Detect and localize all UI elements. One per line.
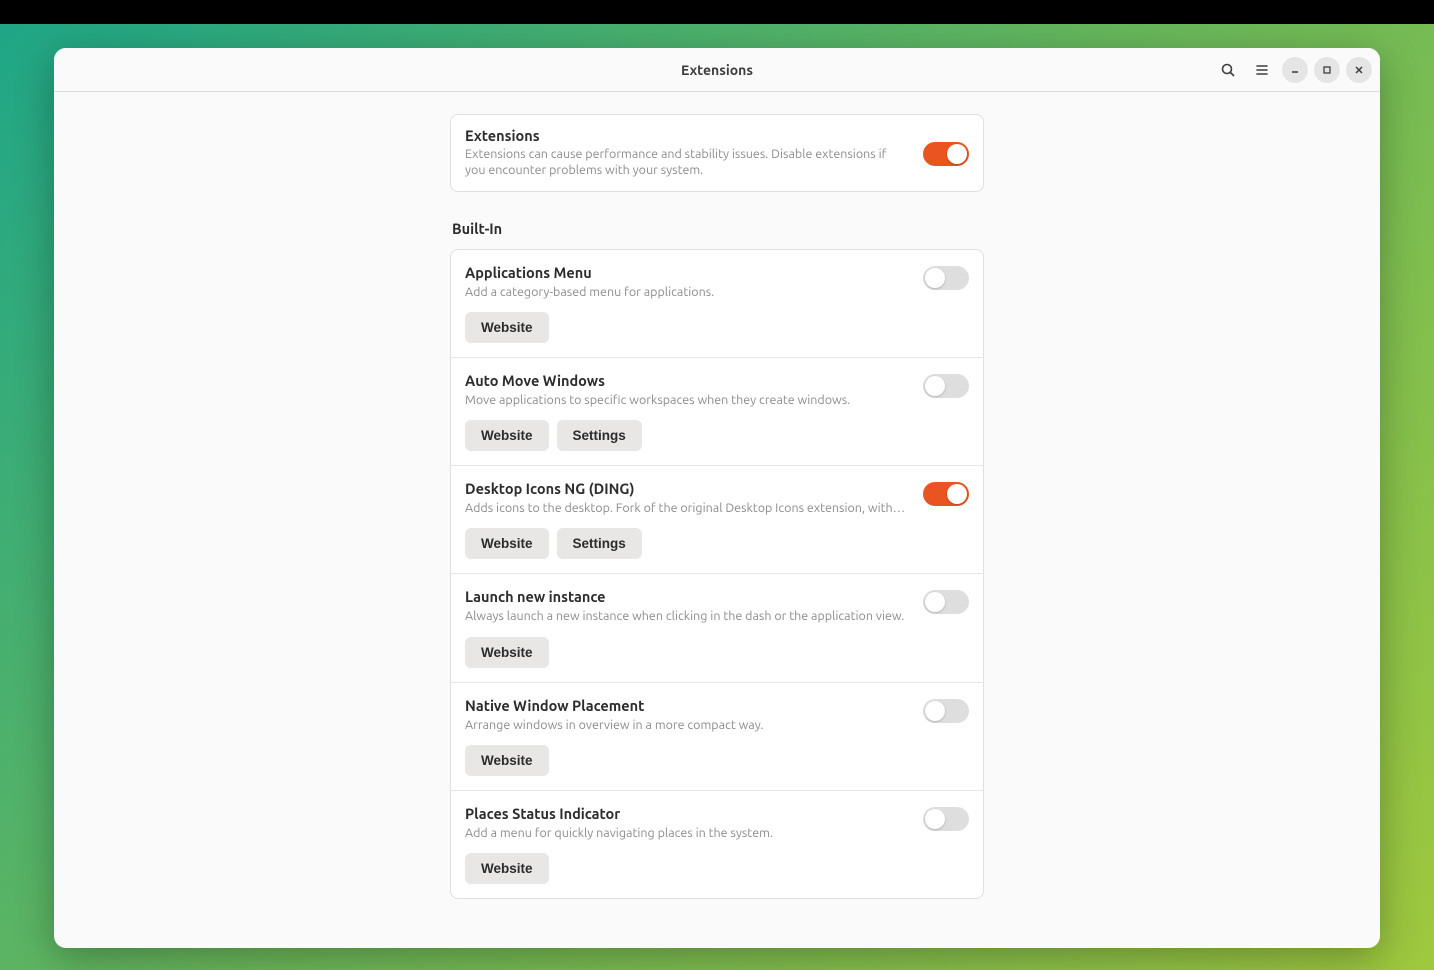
website-button[interactable]: Website — [465, 312, 549, 343]
toggle-knob — [925, 376, 945, 396]
minimize-button[interactable] — [1282, 57, 1308, 83]
hamburger-icon — [1255, 63, 1269, 77]
extension-description: Adds icons to the desktop. Fork of the o… — [465, 500, 907, 516]
website-button[interactable]: Website — [465, 853, 549, 884]
extension-row-top: Applications Menu Add a category-based me… — [465, 264, 969, 300]
extension-description: Always launch a new instance when clicki… — [465, 608, 907, 624]
extension-item: Applications Menu Add a category-based me… — [451, 250, 983, 358]
maximize-button[interactable] — [1314, 57, 1340, 83]
toggle-knob — [947, 484, 967, 504]
builtin-extensions-list: Applications Menu Add a category-based me… — [450, 249, 984, 900]
search-icon — [1220, 62, 1236, 78]
menu-button[interactable] — [1248, 56, 1276, 84]
extension-description: Arrange windows in overview in a more co… — [465, 717, 907, 733]
extension-row-top: Native Window Placement Arrange windows i… — [465, 697, 969, 733]
extension-toggle[interactable] — [923, 482, 969, 506]
content-inner: Extensions Extensions can cause performa… — [450, 114, 984, 948]
extension-info: Native Window Placement Arrange windows i… — [465, 697, 907, 733]
toggle-knob — [925, 701, 945, 721]
extension-item: Auto Move Windows Move applications to sp… — [451, 358, 983, 466]
extension-item: Native Window Placement Arrange windows i… — [451, 683, 983, 791]
extension-row-top: Launch new instance Always launch a new i… — [465, 588, 969, 624]
website-button[interactable]: Website — [465, 745, 549, 776]
desktop-background: Extensions — [0, 24, 1434, 970]
extension-toggle[interactable] — [923, 374, 969, 398]
extension-name: Launch new instance — [465, 588, 907, 605]
extension-row-top: Places Status Indicator Add a menu for qu… — [465, 805, 969, 841]
extension-info: Desktop Icons NG (DING) Adds icons to the… — [465, 480, 907, 516]
settings-button[interactable]: Settings — [557, 420, 642, 451]
website-button[interactable]: Website — [465, 637, 549, 668]
close-button[interactable] — [1346, 57, 1372, 83]
window-title: Extensions — [681, 62, 753, 78]
search-button[interactable] — [1214, 56, 1242, 84]
extension-toggle[interactable] — [923, 590, 969, 614]
global-card-desc: Extensions can cause performance and sta… — [465, 146, 907, 179]
content-area[interactable]: Extensions Extensions can cause performa… — [54, 92, 1380, 948]
global-extensions-card: Extensions Extensions can cause performa… — [450, 114, 984, 192]
extension-buttons: Website Settings — [465, 528, 969, 559]
global-extensions-toggle[interactable] — [923, 142, 969, 166]
extension-toggle[interactable] — [923, 807, 969, 831]
extension-buttons: Website — [465, 745, 969, 776]
extension-info: Places Status Indicator Add a menu for qu… — [465, 805, 907, 841]
extensions-window: Extensions — [54, 48, 1380, 948]
extension-name: Auto Move Windows — [465, 372, 907, 389]
maximize-icon — [1322, 65, 1332, 75]
extension-description: Move applications to specific workspaces… — [465, 392, 907, 408]
minimize-icon — [1290, 65, 1300, 75]
extension-item: Launch new instance Always launch a new i… — [451, 574, 983, 682]
extension-row-top: Auto Move Windows Move applications to sp… — [465, 372, 969, 408]
extension-item: Places Status Indicator Add a menu for qu… — [451, 791, 983, 898]
headerbar: Extensions — [54, 48, 1380, 92]
header-actions — [1214, 56, 1372, 84]
extension-info: Applications Menu Add a category-based me… — [465, 264, 907, 300]
desktop-topbar — [0, 0, 1434, 24]
extension-name: Applications Menu — [465, 264, 907, 281]
extension-buttons: Website — [465, 853, 969, 884]
builtin-section-header: Built-In — [450, 220, 984, 237]
extension-item: Desktop Icons NG (DING) Adds icons to the… — [451, 466, 983, 574]
extension-info: Launch new instance Always launch a new i… — [465, 588, 907, 624]
extension-description: Add a menu for quickly navigating places… — [465, 825, 907, 841]
extension-info: Auto Move Windows Move applications to sp… — [465, 372, 907, 408]
extension-toggle[interactable] — [923, 266, 969, 290]
extension-name: Places Status Indicator — [465, 805, 907, 822]
extension-buttons: Website — [465, 637, 969, 668]
toggle-knob — [925, 268, 945, 288]
extension-toggle[interactable] — [923, 699, 969, 723]
global-card-text: Extensions Extensions can cause performa… — [465, 127, 907, 179]
extension-buttons: Website Settings — [465, 420, 969, 451]
website-button[interactable]: Website — [465, 528, 549, 559]
global-card-title: Extensions — [465, 127, 907, 144]
close-icon — [1354, 65, 1364, 75]
extension-buttons: Website — [465, 312, 969, 343]
extension-name: Desktop Icons NG (DING) — [465, 480, 907, 497]
extension-description: Add a category-based menu for applicatio… — [465, 284, 907, 300]
settings-button[interactable]: Settings — [557, 528, 642, 559]
toggle-knob — [947, 144, 967, 164]
extension-name: Native Window Placement — [465, 697, 907, 714]
extension-row-top: Desktop Icons NG (DING) Adds icons to the… — [465, 480, 969, 516]
toggle-knob — [925, 592, 945, 612]
website-button[interactable]: Website — [465, 420, 549, 451]
toggle-knob — [925, 809, 945, 829]
